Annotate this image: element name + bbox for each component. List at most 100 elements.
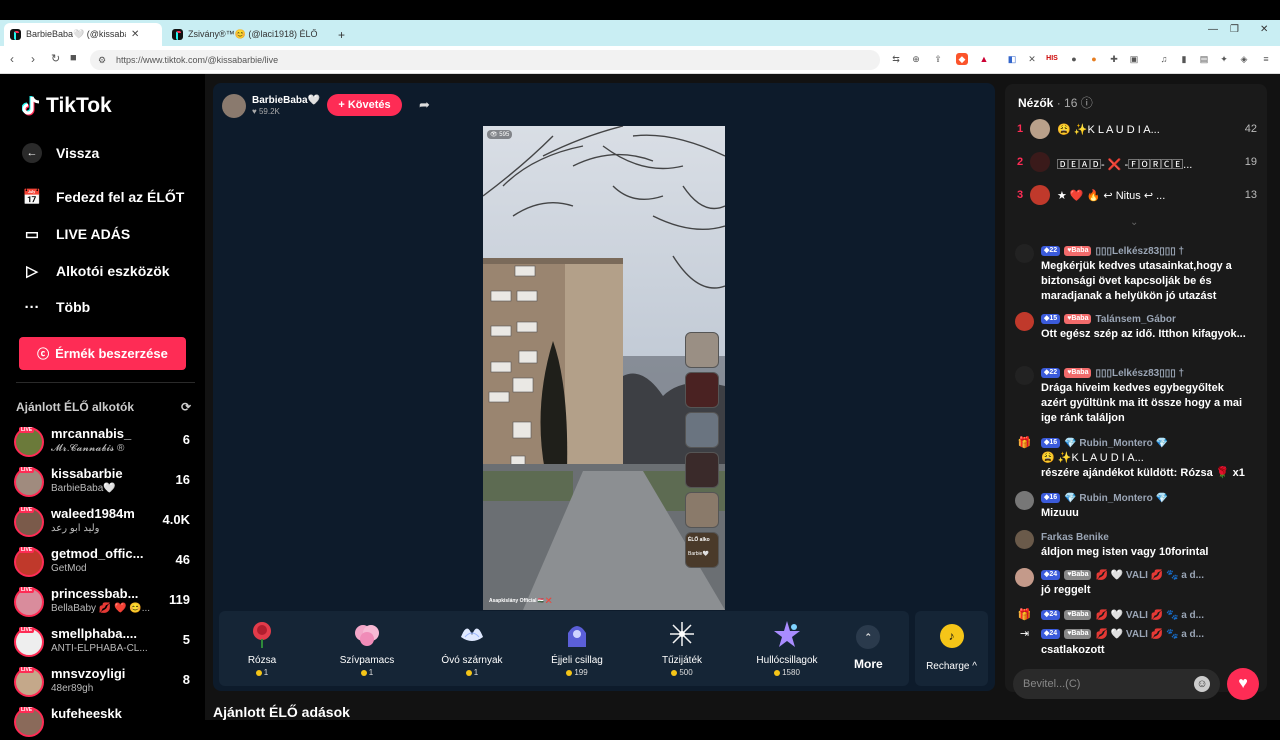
url-text: https://www.tiktok.com/@kissabarbie/live xyxy=(116,55,279,65)
top-viewer-row[interactable]: 3 ★ ❤️ 🔥 ↩ Nitus ↩ ... 13 xyxy=(1017,185,1257,207)
chat-input[interactable]: Bevitel...(C) ☺ xyxy=(1013,669,1220,699)
wallet-icon[interactable]: ▤ xyxy=(1198,53,1210,65)
forward-arrow-icon[interactable]: › xyxy=(31,52,35,66)
nav-go-live[interactable]: ▭ LIVE ADÁS xyxy=(22,224,130,244)
creator-item[interactable]: LIVE kufeheeskk xyxy=(14,704,194,740)
follow-button[interactable]: + Követés xyxy=(327,94,402,116)
fan-club-badge: ♥Baba xyxy=(1064,629,1092,639)
gift-bar: Rózsa 1 Szívpamacs 1 Óvó szárnyak 1 Éjje… xyxy=(219,611,909,686)
creator-name: getmod_offic... xyxy=(51,546,144,561)
top-viewer-row[interactable]: 2 🄳🄴🄰🄳- ❌ -🄵🄾🅁🄲🄴... 19 xyxy=(1017,152,1257,174)
extension-icon[interactable]: ▣ xyxy=(1128,53,1140,65)
puzzle-icon[interactable]: ✚ xyxy=(1108,53,1120,65)
top-viewer-row[interactable]: 1 😩 ✨K L A U D I A... 42 xyxy=(1017,119,1257,141)
leo-icon[interactable]: ✦ xyxy=(1218,53,1230,65)
gift-price: 1 xyxy=(422,668,522,677)
recharge-button[interactable]: ♪ Recharge ^ xyxy=(915,611,988,686)
translate-icon[interactable]: ⇆ xyxy=(890,53,902,65)
chevron-up-icon: ⌃ xyxy=(856,625,881,649)
refresh-icon[interactable]: ⟳ xyxy=(181,400,191,414)
rewards-icon[interactable]: ▲ xyxy=(978,53,990,65)
back-arrow-icon[interactable]: ‹ xyxy=(10,52,14,66)
chat-text: Ott egész szép az idő. Itthon kifagyok..… xyxy=(1041,328,1246,340)
guest-tile[interactable] xyxy=(685,332,719,368)
chat-username[interactable]: Farkas Benike xyxy=(1041,532,1109,543)
bookmark-icon[interactable]: ■ xyxy=(70,52,77,64)
share-icon[interactable]: ⇪ xyxy=(932,53,944,65)
chat-username[interactable]: 💋 🤍 VALI 💋 🐾 a d... xyxy=(1095,570,1204,581)
chat-username[interactable]: Talánsem_Gábor xyxy=(1095,314,1175,325)
close-window-icon[interactable]: ✕ xyxy=(1260,24,1268,35)
creator-item[interactable]: LIVE getmod_offic... GetMod 46 xyxy=(14,544,194,580)
chat-avatar xyxy=(1015,491,1034,510)
creator-item[interactable]: LIVE princessbab... BellaBaby 💋 ❤️ 😊... … xyxy=(14,584,194,620)
share-icon[interactable]: ➦ xyxy=(419,97,430,113)
tab-active[interactable]: BarbieBaba🤍 (@kissabarbie ✕ xyxy=(4,23,162,46)
creator-item[interactable]: LIVE kissabarbie BarbieBaba🤍 16 xyxy=(14,464,194,500)
nav-creator-tools[interactable]: ▷ Alkotói eszközök xyxy=(22,261,169,281)
more-gifts-button[interactable]: ⌃ More xyxy=(854,625,883,671)
get-coins-button[interactable]: ⓒ Érmék beszerzése xyxy=(19,337,186,370)
chat-username[interactable]: ▯▯▯Lelkész83▯▯▯ † xyxy=(1095,368,1184,379)
creator-item[interactable]: LIVE mnsvzoyligi 48er89gh 8 xyxy=(14,664,194,700)
calendar-live-icon: 📅 xyxy=(22,189,42,206)
fan-club-badge: ♥Baba xyxy=(1064,368,1092,378)
emoji-icon[interactable]: ☺ xyxy=(1194,676,1210,692)
music-icon[interactable]: ♫ xyxy=(1158,53,1170,65)
close-tab-icon[interactable]: ✕ xyxy=(131,29,139,40)
chat-username[interactable]: 💎 Rubin_Montero 💎 xyxy=(1064,493,1168,504)
maximize-icon[interactable]: ❐ xyxy=(1230,24,1239,35)
brave-shield-icon[interactable]: ◆ xyxy=(956,53,968,65)
live-tile-sub: Barbie🤍 xyxy=(688,551,709,557)
gift-item[interactable]: Tűzijáték 500 xyxy=(632,619,732,677)
chat-username[interactable]: 💋 🤍 VALI 💋 🐾 a d... xyxy=(1095,629,1204,640)
fireworks-gift-icon xyxy=(667,619,697,649)
chat-username[interactable]: 💋 🤍 VALI 💋 🐾 a d... xyxy=(1095,610,1204,621)
back-button[interactable]: ← Vissza xyxy=(22,143,99,163)
new-tab-button[interactable]: + xyxy=(332,23,351,46)
guest-tile[interactable] xyxy=(685,372,719,408)
chat-username[interactable]: ▯▯▯Lelkész83▯▯▯ † xyxy=(1095,246,1184,257)
tiktok-logo[interactable]: TikTok xyxy=(22,94,112,118)
nav-more[interactable]: ··· Több xyxy=(22,297,91,317)
host-avatar[interactable] xyxy=(222,94,246,118)
extension-icon[interactable]: ● xyxy=(1068,53,1080,65)
chat-header: ◆16 💎 Rubin_Montero 💎 xyxy=(1041,491,1168,505)
creator-item[interactable]: LIVE mrcannabis_ 𝓜𝓻.𝓒𝓪𝓷𝓷𝓪𝓫𝓲𝓼 ® 6 xyxy=(14,424,194,460)
extension-icon[interactable]: ● xyxy=(1088,53,1100,65)
reload-icon[interactable]: ↻ xyxy=(51,52,60,65)
chat-text: áldjon meg isten vagy 10forintal xyxy=(1041,546,1209,558)
nav-explore-live[interactable]: 📅 Fedezd fel az ÉLŐT xyxy=(22,187,185,207)
creator-item[interactable]: LIVE smellphaba.... ANTI-ELPHABA-CL... 5 xyxy=(14,624,194,660)
live-creator-tile[interactable]: ÉLŐ alko Barbie🤍 xyxy=(685,532,719,568)
url-input[interactable]: ⚙ https://www.tiktok.com/@kissabarbie/li… xyxy=(90,50,880,70)
vpn-icon[interactable]: ◈ xyxy=(1238,53,1250,65)
gift-item[interactable]: Rózsa 1 xyxy=(212,619,312,677)
help-icon[interactable]: ⓘ xyxy=(1081,96,1093,110)
tab-inactive[interactable]: Zsivány®™😊 (@laci1918) ÉLŐ adás xyxy=(166,23,326,46)
video-player[interactable]: 👁 595 Asapkislány Official 🇭🇺 ❌ ÉLŐ alko… xyxy=(483,126,725,610)
extension-icon[interactable]: ◧ xyxy=(1006,53,1018,65)
guest-tile[interactable] xyxy=(685,452,719,488)
gift-item[interactable]: Szívpamacs 1 xyxy=(317,619,417,677)
fan-club-badge: ♥Baba xyxy=(1064,570,1092,580)
zoom-icon[interactable]: ⊕ xyxy=(910,53,922,65)
menu-icon[interactable]: ≡ xyxy=(1260,53,1272,65)
guest-tile[interactable] xyxy=(685,412,719,448)
viewers-chat-panel: Nézők · 16 ⓘ 1 😩 ✨K L A U D I A... 42 2 🄳… xyxy=(1005,84,1267,700)
gift-item[interactable]: Óvó szárnyak 1 xyxy=(422,619,522,677)
minimize-icon[interactable]: — xyxy=(1208,24,1218,35)
creator-item[interactable]: LIVE waleed1984m وليد ابو رعد 4.0K xyxy=(14,504,194,540)
extension-icon[interactable]: HIS xyxy=(1046,53,1058,65)
extension-icon[interactable]: ✕ xyxy=(1026,53,1038,65)
gift-item[interactable]: Éjjeli csillag 199 xyxy=(527,619,627,677)
like-heart-button[interactable]: ♥ xyxy=(1227,668,1259,700)
chat-username[interactable]: 💎 Rubin_Montero 💎 xyxy=(1064,438,1168,449)
tab-bar: BarbieBaba🤍 (@kissabarbie ✕ Zsivány®™😊 (… xyxy=(0,20,1280,46)
site-settings-icon[interactable]: ⚙ xyxy=(98,55,106,66)
guest-tile[interactable] xyxy=(685,492,719,528)
sidebar-icon[interactable]: ▮ xyxy=(1178,53,1190,65)
host-name[interactable]: BarbieBaba🤍 xyxy=(252,95,320,106)
gift-item[interactable]: Hullócsillagok 1580 xyxy=(737,619,837,677)
chevron-down-icon[interactable]: ⌄ xyxy=(1130,217,1138,228)
